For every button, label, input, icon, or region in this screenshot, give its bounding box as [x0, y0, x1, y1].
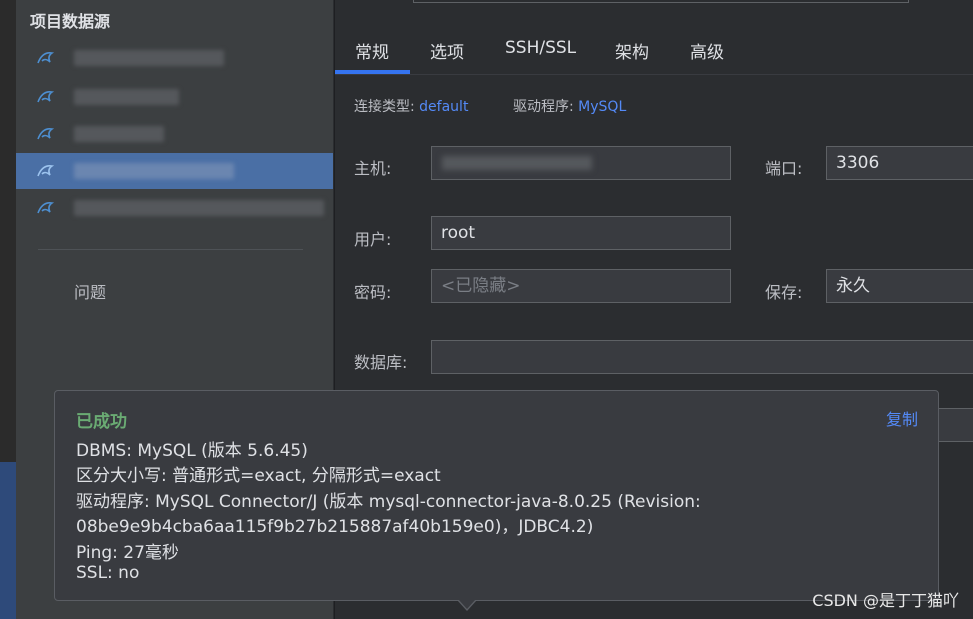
mysql-dolphin-icon [37, 52, 55, 64]
sidebar-title: 项目数据源 [30, 12, 111, 31]
name-field[interactable] [413, 0, 909, 3]
tab-general[interactable]: 常规 [355, 38, 389, 63]
popup-title: 已成功 [76, 412, 127, 432]
popup-line-ssl: SSL: no [76, 563, 140, 583]
data-source-item[interactable] [16, 79, 333, 115]
save-select[interactable]: 永久 [826, 269, 973, 303]
tab-advanced[interactable]: 高级 [690, 38, 724, 63]
settings-tabs: 常规 选项 SSH/SSL 架构 高级 [335, 30, 973, 75]
sidebar-divider [38, 249, 303, 250]
database-input[interactable] [431, 340, 973, 374]
tab-schemas[interactable]: 架构 [615, 38, 649, 63]
database-label: 数据库: [354, 353, 408, 372]
mysql-dolphin-icon [37, 165, 55, 177]
connection-type: 连接类型: default [354, 96, 468, 116]
data-source-name-redacted [74, 50, 224, 66]
port-input[interactable]: 3306 [826, 146, 973, 180]
popup-line-revision: 08be9e9b4cba6aa115f9b27b215887af40b159e0… [76, 517, 594, 537]
driver-link[interactable]: MySQL [578, 99, 626, 115]
popup-line-ping: Ping: 27毫秒 [76, 543, 179, 563]
data-source-item-selected[interactable] [16, 153, 333, 189]
active-tab-indicator [335, 70, 410, 74]
host-value-redacted [442, 156, 592, 170]
connection-type-label: 连接类型: [354, 99, 415, 115]
copy-link[interactable]: 复制 [886, 406, 918, 430]
tab-ssh-ssl[interactable]: SSH/SSL [505, 38, 576, 58]
data-source-name-redacted [74, 200, 324, 216]
password-input[interactable]: <已隐藏> [431, 269, 731, 303]
data-source-name-redacted [74, 163, 234, 179]
user-label: 用户: [354, 230, 392, 249]
editor-gutter [0, 0, 16, 619]
popup-pointer-fill [458, 599, 476, 609]
password-label: 密码: [354, 283, 392, 302]
popup-line-driver: 驱动程序: MySQL Connector/J (版本 mysql-connec… [76, 492, 701, 512]
watermark: CSDN @是丁丁猫吖 [812, 591, 959, 610]
problems-item[interactable]: 问题 [74, 279, 106, 303]
driver-label: 驱动程序: [513, 99, 574, 115]
data-source-name-redacted [74, 89, 179, 105]
mysql-dolphin-icon [37, 91, 55, 103]
data-source-item[interactable] [16, 40, 333, 76]
test-connection-popup: 已成功 复制 DBMS: MySQL (版本 5.6.45) 区分大小写: 普通… [54, 390, 939, 611]
driver: 驱动程序: MySQL [513, 96, 626, 116]
host-label: 主机: [354, 159, 392, 178]
data-source-item[interactable] [16, 190, 333, 226]
popup-line-dbms: DBMS: MySQL (版本 5.6.45) [76, 441, 308, 461]
mysql-dolphin-icon [37, 128, 55, 140]
connection-type-link[interactable]: default [419, 99, 468, 115]
data-source-name-redacted [74, 126, 164, 142]
port-label: 端口: [765, 159, 803, 178]
save-label: 保存: [765, 283, 803, 302]
host-input[interactable] [431, 146, 731, 180]
gutter-highlight [0, 462, 16, 619]
user-input[interactable]: root [431, 216, 731, 250]
tab-options[interactable]: 选项 [430, 38, 464, 63]
data-source-item[interactable] [16, 116, 333, 152]
popup-line-case: 区分大小写: 普通形式=exact, 分隔形式=exact [76, 466, 441, 486]
mysql-dolphin-icon [37, 202, 55, 214]
